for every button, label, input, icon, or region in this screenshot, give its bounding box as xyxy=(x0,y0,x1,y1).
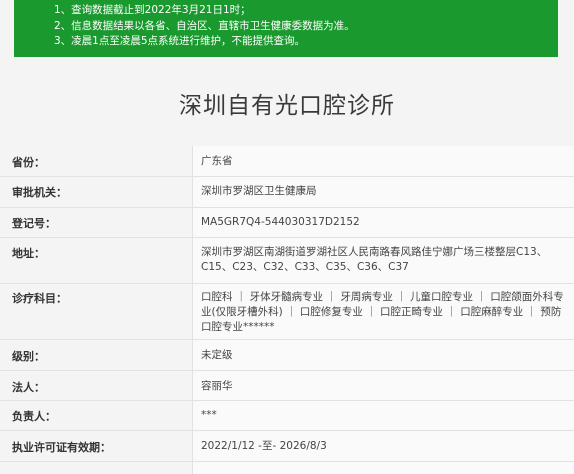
row-registration-number: 登记号： MA5GR7Q4-544030317D2152 xyxy=(0,208,574,238)
row-legal-person: 法人： 容丽华 xyxy=(0,371,574,401)
license-validity-value: 2022/1/12 -至- 2026/8/3 xyxy=(193,431,574,461)
row-departments: 诊疗科目： 口腔科 ｜ 牙体牙髓病专业 ｜ 牙周病专业 ｜ 儿童口腔专业 ｜ 口… xyxy=(0,284,574,340)
page-title: 深圳自有光口腔诊所 xyxy=(179,93,395,119)
row-level: 级别： 未定级 xyxy=(0,340,574,371)
approval-authority-value: 深圳市罗湖区卫生健康局 xyxy=(193,177,574,207)
address-label: 地址： xyxy=(0,238,193,283)
legal-person-value: 容丽华 xyxy=(193,371,574,400)
notice-line-1: 1、查询数据截止到2022年3月21日1时； xyxy=(54,4,251,16)
level-value: 未定级 xyxy=(193,340,574,370)
person-in-charge-label: 负责人： xyxy=(0,401,193,430)
row-blank xyxy=(0,462,574,474)
province-label: 省份： xyxy=(0,146,193,176)
row-person-in-charge: 负责人： *** xyxy=(0,401,574,431)
person-in-charge-value: *** xyxy=(193,401,574,430)
registration-number-label: 登记号： xyxy=(0,208,193,237)
departments-label: 诊疗科目： xyxy=(0,284,193,339)
row-license-validity: 执业许可证有效期： 2022/1/12 -至- 2026/8/3 xyxy=(0,431,574,462)
level-label: 级别： xyxy=(0,340,193,370)
notice-line-2: 2、信息数据结果以各省、自治区、直辖市卫生健康委数据为准。 xyxy=(54,19,355,32)
notice-banner: 1、查询数据截止到2022年3月21日1时； 2、信息数据结果以各省、自治区、直… xyxy=(14,0,558,57)
address-value: 深圳市罗湖区南湖街道罗湖社区人民南路春风路佳宁娜广场三楼整层C13、C15、C2… xyxy=(193,238,574,283)
legal-person-label: 法人： xyxy=(0,371,193,400)
row-province: 省份： 广东省 xyxy=(0,146,574,177)
notice-line-3: 3、凌晨1点至凌晨5点系统进行维护，不能提供查询。 xyxy=(54,35,306,47)
row-approval-authority: 审批机关： 深圳市罗湖区卫生健康局 xyxy=(0,177,574,208)
info-table: 省份： 广东省 审批机关： 深圳市罗湖区卫生健康局 登记号： MA5GR7Q4-… xyxy=(0,146,574,474)
province-value: 广东省 xyxy=(193,146,574,176)
row-address: 地址： 深圳市罗湖区南湖街道罗湖社区人民南路春风路佳宁娜广场三楼整层C13、C1… xyxy=(0,238,574,284)
approval-authority-label: 审批机关： xyxy=(0,177,193,207)
blank-label-cell xyxy=(0,462,193,474)
license-validity-label: 执业许可证有效期： xyxy=(0,431,193,461)
blank-value-cell xyxy=(193,462,574,474)
departments-value: 口腔科 ｜ 牙体牙髓病专业 ｜ 牙周病专业 ｜ 儿童口腔专业 ｜ 口腔颌面外科专… xyxy=(193,284,574,339)
registration-number-value: MA5GR7Q4-544030317D2152 xyxy=(193,208,574,237)
